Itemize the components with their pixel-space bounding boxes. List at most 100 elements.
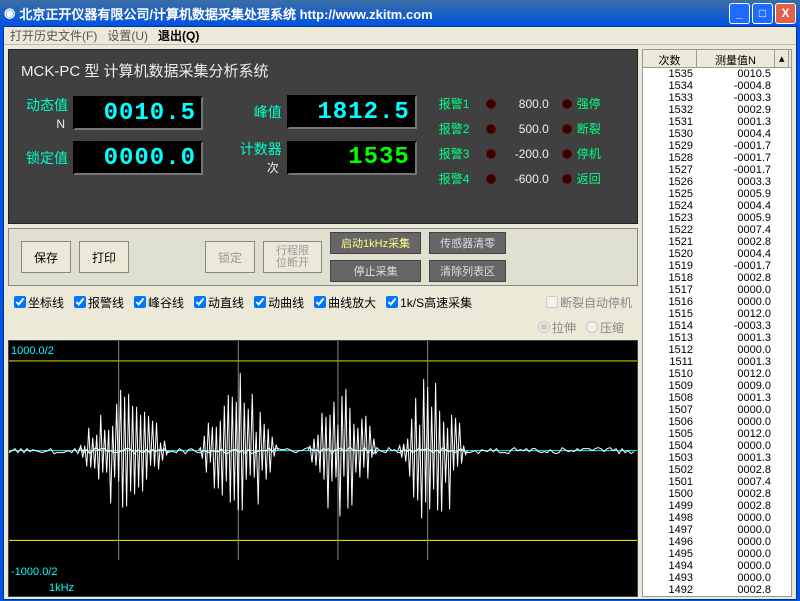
table-row[interactable]: 14920002.8 [643, 584, 791, 596]
table-row[interactable]: 15260003.3 [643, 176, 791, 188]
table-row[interactable]: 15090009.0 [643, 380, 791, 392]
table-row[interactable]: 15060000.0 [643, 416, 791, 428]
alarm-group: 报警1800.0强停报警2500.0断裂报警3-200.0停机报警4-600.0… [439, 95, 625, 187]
table-row[interactable]: 15210002.8 [643, 236, 791, 248]
check-highspeed[interactable]: 1k/S高速采集 [386, 294, 472, 311]
readout-panel: MCK-PC 型 计算机数据采集分析系统 动态值N 0010.5 锁定值 000… [8, 49, 638, 224]
table-row[interactable]: 1529-0001.7 [643, 140, 791, 152]
alarm-row-2: 报警2500.0断裂 [439, 120, 625, 137]
table-row[interactable]: 15120000.0 [643, 344, 791, 356]
table-row[interactable]: 15320002.9 [643, 104, 791, 116]
table-row[interactable]: 15080001.3 [643, 392, 791, 404]
check-peakvalley[interactable]: 峰谷线 [134, 294, 184, 311]
menu-open-history[interactable]: 打开历史文件(F) [10, 27, 97, 44]
table-row[interactable]: 15070000.0 [643, 404, 791, 416]
table-body[interactable]: 15350010.51534-0004.81533-0003.315320002… [643, 68, 791, 596]
radio-stretch[interactable]: 拉伸 [538, 319, 576, 336]
check-autostop[interactable]: 断裂自动停机 [546, 294, 632, 311]
waveform-graph[interactable]: 1000.0/2 -1000.0/2 1kHz [8, 340, 638, 597]
table-header: 次数 测量值N ▴ [643, 50, 791, 68]
peak-value: 1812.5 [287, 95, 417, 129]
table-row[interactable]: 15200004.4 [643, 248, 791, 260]
check-alarm[interactable]: 报警线 [74, 294, 124, 311]
table-row[interactable]: 15020002.8 [643, 464, 791, 476]
check-straight[interactable]: 动直线 [194, 294, 244, 311]
alarm-row-1: 报警1800.0强停 [439, 95, 625, 112]
button-panel: 保存 打印 锁定 行程限 位断开 启动1kHz采集 停止采集 传感器清零 清除列… [8, 228, 638, 286]
table-row[interactable]: 15350010.5 [643, 68, 791, 80]
table-row[interactable]: 15130001.3 [643, 332, 791, 344]
table-row[interactable]: 14980000.0 [643, 512, 791, 524]
table-row[interactable]: 1528-0001.7 [643, 152, 791, 164]
table-row[interactable]: 14950000.0 [643, 548, 791, 560]
table-row[interactable]: 15000002.8 [643, 488, 791, 500]
th-value[interactable]: 测量值N [697, 50, 775, 67]
dynamic-value: 0010.5 [73, 96, 203, 130]
travel-limit-button[interactable]: 行程限 位断开 [263, 241, 322, 273]
peak-label: 峰值 [235, 102, 287, 122]
table-row[interactable]: 15100012.0 [643, 368, 791, 380]
menu-exit[interactable]: 退出(Q) [158, 27, 199, 44]
table-row[interactable]: 15250005.9 [643, 188, 791, 200]
save-button[interactable]: 保存 [21, 241, 71, 273]
alarm-row-4: 报警4-600.0返回 [439, 170, 625, 187]
scroll-up-icon[interactable]: ▴ [775, 50, 789, 67]
table-row[interactable]: 15170000.0 [643, 284, 791, 296]
table-row[interactable]: 1533-0003.3 [643, 92, 791, 104]
window-title: 北京正开仪器有限公司/计算机数据采集处理系统 http://www.zkitm.… [15, 4, 727, 23]
check-curve[interactable]: 动曲线 [254, 294, 304, 311]
table-row[interactable]: 1519-0001.7 [643, 260, 791, 272]
client-area: 打开历史文件(F) 设置(U) 退出(Q) MCK-PC 型 计算机数据采集分析… [3, 26, 797, 600]
table-row[interactable]: 14960000.0 [643, 536, 791, 548]
table-row[interactable]: 15230005.9 [643, 212, 791, 224]
dynamic-label: 动态值N [21, 95, 73, 131]
th-count[interactable]: 次数 [643, 50, 697, 67]
table-row[interactable]: 15310001.3 [643, 116, 791, 128]
counter-value: 1535 [287, 141, 417, 175]
table-row[interactable]: 15030001.3 [643, 452, 791, 464]
y-bot-label: -1000.0/2 [11, 566, 57, 578]
table-row[interactable]: 14930000.0 [643, 572, 791, 584]
minimize-button[interactable]: _ [729, 3, 750, 24]
start-acquisition-button[interactable]: 启动1kHz采集 [330, 232, 421, 254]
table-row[interactable]: 15220007.4 [643, 224, 791, 236]
lock-button[interactable]: 锁定 [205, 241, 255, 273]
table-row[interactable]: 15050012.0 [643, 428, 791, 440]
table-row[interactable]: 1527-0001.7 [643, 164, 791, 176]
radio-compress[interactable]: 压缩 [586, 319, 624, 336]
table-row[interactable]: 1534-0004.8 [643, 80, 791, 92]
table-row[interactable]: 15040000.0 [643, 440, 791, 452]
sensor-zero-button[interactable]: 传感器清零 [429, 232, 506, 254]
check-zoom[interactable]: 曲线放大 [314, 294, 376, 311]
table-row[interactable]: 15110001.3 [643, 356, 791, 368]
table-row[interactable]: 14990002.8 [643, 500, 791, 512]
table-row[interactable]: 15180002.8 [643, 272, 791, 284]
titlebar: ◉ 北京正开仪器有限公司/计算机数据采集处理系统 http://www.zkit… [0, 0, 800, 26]
alarm-row-3: 报警3-200.0停机 [439, 145, 625, 162]
stop-acquisition-button[interactable]: 停止采集 [330, 260, 421, 282]
table-row[interactable]: 14940000.0 [643, 560, 791, 572]
clear-list-button[interactable]: 清除列表区 [429, 260, 506, 282]
table-row[interactable]: 15160000.0 [643, 296, 791, 308]
counter-label: 计数器次 [235, 139, 287, 176]
x-label: 1kHz [49, 582, 74, 594]
waveform-svg [9, 341, 637, 560]
close-button[interactable]: X [775, 3, 796, 24]
table-row[interactable]: 15150012.0 [643, 308, 791, 320]
table-row[interactable]: 15240004.4 [643, 200, 791, 212]
locked-label: 锁定值 [21, 148, 73, 168]
maximize-button[interactable]: □ [752, 3, 773, 24]
locked-value: 0000.0 [73, 141, 203, 175]
data-table: 次数 测量值N ▴ 15350010.51534-0004.81533-0003… [642, 49, 792, 597]
table-row[interactable]: 1514-0003.3 [643, 320, 791, 332]
table-row[interactable]: 15010007.4 [643, 476, 791, 488]
menu-settings[interactable]: 设置(U) [107, 27, 148, 44]
checkbox-row: 坐标线 报警线 峰谷线 动直线 动曲线 曲线放大 1k/S高速采集 断裂自动停机 [8, 290, 638, 314]
print-button[interactable]: 打印 [79, 241, 129, 273]
table-row[interactable]: 14970000.0 [643, 524, 791, 536]
app-icon: ◉ [4, 5, 15, 21]
check-coord[interactable]: 坐标线 [14, 294, 64, 311]
radio-row: 拉伸 压缩 [8, 318, 638, 336]
menubar: 打开历史文件(F) 设置(U) 退出(Q) [4, 27, 796, 45]
table-row[interactable]: 15300004.4 [643, 128, 791, 140]
